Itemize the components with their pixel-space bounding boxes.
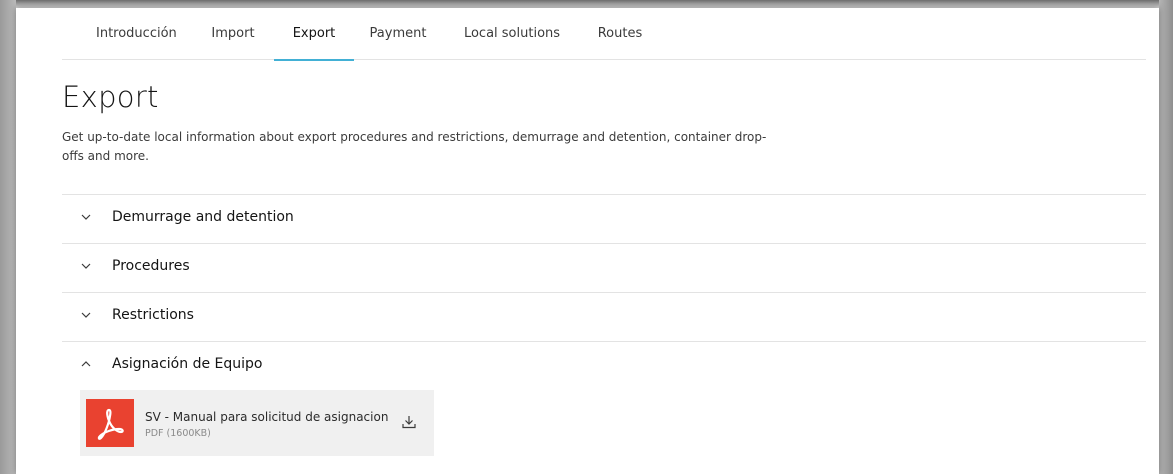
accordion-procedures[interactable]: Procedures bbox=[62, 243, 1146, 292]
chevron-down-icon bbox=[80, 308, 92, 322]
file-meta: PDF (1600KB) bbox=[145, 428, 211, 439]
accordion-label: Restrictions bbox=[112, 307, 194, 323]
chevron-down-icon bbox=[80, 210, 92, 224]
pdf-icon bbox=[86, 399, 134, 447]
tab-bar: Introducción Import Export Payment Local… bbox=[62, 8, 1146, 61]
accordion-label: Demurrage and detention bbox=[112, 209, 294, 225]
chevron-down-icon bbox=[80, 259, 92, 273]
tab-export[interactable]: Export bbox=[274, 8, 354, 61]
accordion-restrictions[interactable]: Restrictions bbox=[62, 292, 1146, 341]
tab-introduccion[interactable]: Introducción bbox=[96, 8, 177, 59]
page-title: Export bbox=[62, 80, 159, 114]
tab-import[interactable]: Import bbox=[203, 8, 263, 59]
tab-routes[interactable]: Routes bbox=[594, 8, 646, 59]
accordion-label: Asignación de Equipo bbox=[112, 356, 263, 372]
accordion-label: Procedures bbox=[112, 258, 190, 274]
description-line-2: offs and more. bbox=[62, 149, 149, 163]
page-description: Get up-to-date local information about e… bbox=[62, 128, 782, 166]
accordion-demurrage-and-detention[interactable]: Demurrage and detention bbox=[62, 194, 1146, 243]
file-download-card[interactable]: SV - Manual para solicitud de asignacion… bbox=[80, 390, 434, 456]
accordion-asignacion-de-equipo[interactable]: Asignación de Equipo bbox=[62, 341, 1146, 390]
tab-payment[interactable]: Payment bbox=[367, 8, 429, 59]
description-line-1: Get up-to-date local information about e… bbox=[62, 130, 767, 144]
tab-local-solutions[interactable]: Local solutions bbox=[462, 8, 562, 59]
chevron-up-icon bbox=[80, 357, 92, 371]
top-shadow bbox=[16, 0, 1159, 8]
download-icon[interactable] bbox=[401, 414, 417, 430]
file-name: SV - Manual para solicitud de asignacion bbox=[145, 410, 389, 424]
